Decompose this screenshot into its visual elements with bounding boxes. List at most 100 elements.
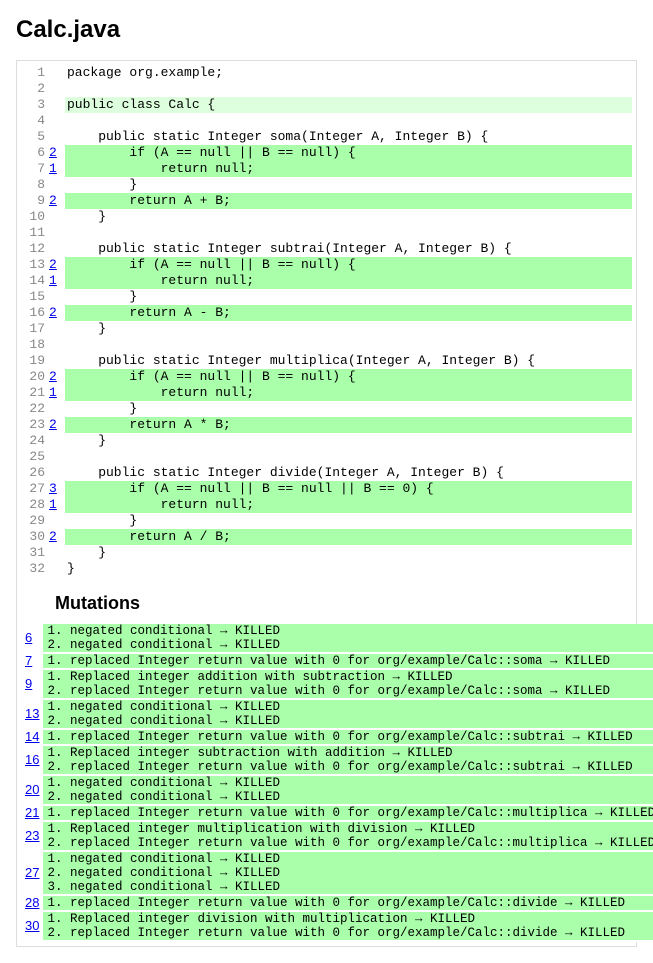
source-line: 24 }: [21, 433, 632, 449]
mutations-table: 6 1. negated conditional → KILLED 2. nega…: [21, 624, 653, 942]
source-line: 26 public static Integer divide(Integer …: [21, 465, 632, 481]
coverage-count[interactable]: 2: [47, 417, 65, 433]
coverage-count[interactable]: 1: [47, 273, 65, 289]
line-number: 6: [21, 145, 47, 161]
mutation-line-link[interactable]: 14: [25, 729, 39, 744]
mutation-line-link[interactable]: 7: [25, 653, 32, 668]
source-code: }: [65, 289, 632, 305]
coverage-count: [47, 401, 65, 417]
mutation-row: 91. Replaced integer addition with subtr…: [21, 669, 653, 699]
coverage-count[interactable]: 2: [47, 369, 65, 385]
coverage-link[interactable]: 1: [49, 497, 57, 512]
coverage-link[interactable]: 2: [49, 145, 57, 160]
line-number: 21: [21, 385, 47, 401]
source-line: 31 }: [21, 545, 632, 561]
coverage-count: [47, 113, 65, 129]
line-number: 9: [21, 193, 47, 209]
mutation-line-link[interactable]: 23: [25, 828, 39, 843]
coverage-count[interactable]: 2: [47, 529, 65, 545]
coverage-count[interactable]: 2: [47, 145, 65, 161]
line-number: 27: [21, 481, 47, 497]
line-number: 29: [21, 513, 47, 529]
line-number: 24: [21, 433, 47, 449]
mutation-line-link[interactable]: 6: [25, 630, 32, 645]
source-line: 29 }: [21, 513, 632, 529]
source-code: return A - B;: [65, 305, 632, 321]
coverage-link[interactable]: 2: [49, 257, 57, 272]
line-number: 18: [21, 337, 47, 353]
line-number: 20: [21, 369, 47, 385]
mutation-row: 271. negated conditional → KILLED 2. neg…: [21, 851, 653, 895]
coverage-count: [47, 97, 65, 113]
coverage-count[interactable]: 3: [47, 481, 65, 497]
source-code: package org.example;: [65, 65, 632, 81]
coverage-count[interactable]: 1: [47, 161, 65, 177]
line-number: 16: [21, 305, 47, 321]
mutation-line-link[interactable]: 27: [25, 865, 39, 880]
source-code: return A + B;: [65, 193, 632, 209]
mutation-line-cell: 16: [21, 745, 43, 775]
source-line: 71 return null;: [21, 161, 632, 177]
coverage-link[interactable]: 2: [49, 193, 57, 208]
mutation-text: 1. replaced Integer return value with 0 …: [43, 653, 653, 669]
coverage-count[interactable]: 2: [47, 305, 65, 321]
mutation-line-link[interactable]: 30: [25, 918, 39, 933]
source-code: return null;: [65, 497, 632, 513]
coverage-count: [47, 129, 65, 145]
source-line: 22 }: [21, 401, 632, 417]
coverage-count: [47, 177, 65, 193]
coverage-count: [47, 465, 65, 481]
source-line: 62 if (A == null || B == null) {: [21, 145, 632, 161]
mutation-line-link[interactable]: 13: [25, 706, 39, 721]
coverage-count: [47, 209, 65, 225]
coverage-link[interactable]: 3: [49, 481, 57, 496]
mutation-line-cell: 14: [21, 729, 43, 745]
mutation-text: 1. negated conditional → KILLED 2. negat…: [43, 775, 653, 805]
mutation-text: 1. Replaced integer division with multip…: [43, 911, 653, 941]
mutation-line-link[interactable]: 9: [25, 676, 32, 691]
line-number: 31: [21, 545, 47, 561]
coverage-link[interactable]: 2: [49, 529, 57, 544]
coverage-count[interactable]: 2: [47, 257, 65, 273]
coverage-link[interactable]: 2: [49, 417, 57, 432]
source-code: [65, 449, 632, 465]
coverage-link[interactable]: 1: [49, 273, 57, 288]
coverage-count[interactable]: 1: [47, 497, 65, 513]
source-code: }: [65, 177, 632, 193]
mutation-row: 20 1. negated conditional → KILLED 2. neg…: [21, 775, 653, 805]
source-line: 3public class Calc {: [21, 97, 632, 113]
coverage-link[interactable]: 1: [49, 385, 57, 400]
line-number: 5: [21, 129, 47, 145]
line-number: 3: [21, 97, 47, 113]
mutations-heading: Mutations: [55, 593, 632, 614]
mutation-row: 7 1. replaced Integer return value with 0…: [21, 653, 653, 669]
mutation-row: 131. negated conditional → KILLED 2. neg…: [21, 699, 653, 729]
mutation-line-link[interactable]: 21: [25, 805, 39, 820]
line-number: 12: [21, 241, 47, 257]
source-line: 19 public static Integer multiplica(Inte…: [21, 353, 632, 369]
source-code: if (A == null || B == null) {: [65, 369, 632, 385]
source-code: return null;: [65, 385, 632, 401]
source-code: return A / B;: [65, 529, 632, 545]
mutation-line-link[interactable]: 28: [25, 895, 39, 910]
source-line: 11: [21, 225, 632, 241]
coverage-count[interactable]: 2: [47, 193, 65, 209]
source-code: [65, 113, 632, 129]
mutation-line-link[interactable]: 16: [25, 752, 39, 767]
source-line: 132 if (A == null || B == null) {: [21, 257, 632, 273]
mutation-line-cell: 28: [21, 895, 43, 911]
mutation-line-link[interactable]: 20: [25, 782, 39, 797]
source-code: }: [65, 401, 632, 417]
line-number: 19: [21, 353, 47, 369]
coverage-count: [47, 449, 65, 465]
source-line: 202 if (A == null || B == null) {: [21, 369, 632, 385]
coverage-link[interactable]: 2: [49, 305, 57, 320]
coverage-link[interactable]: 2: [49, 369, 57, 384]
source-line: 211 return null;: [21, 385, 632, 401]
source-line: 2: [21, 81, 632, 97]
coverage-count: [47, 65, 65, 81]
source-line: 25: [21, 449, 632, 465]
coverage-count[interactable]: 1: [47, 385, 65, 401]
coverage-link[interactable]: 1: [49, 161, 57, 176]
line-number: 4: [21, 113, 47, 129]
